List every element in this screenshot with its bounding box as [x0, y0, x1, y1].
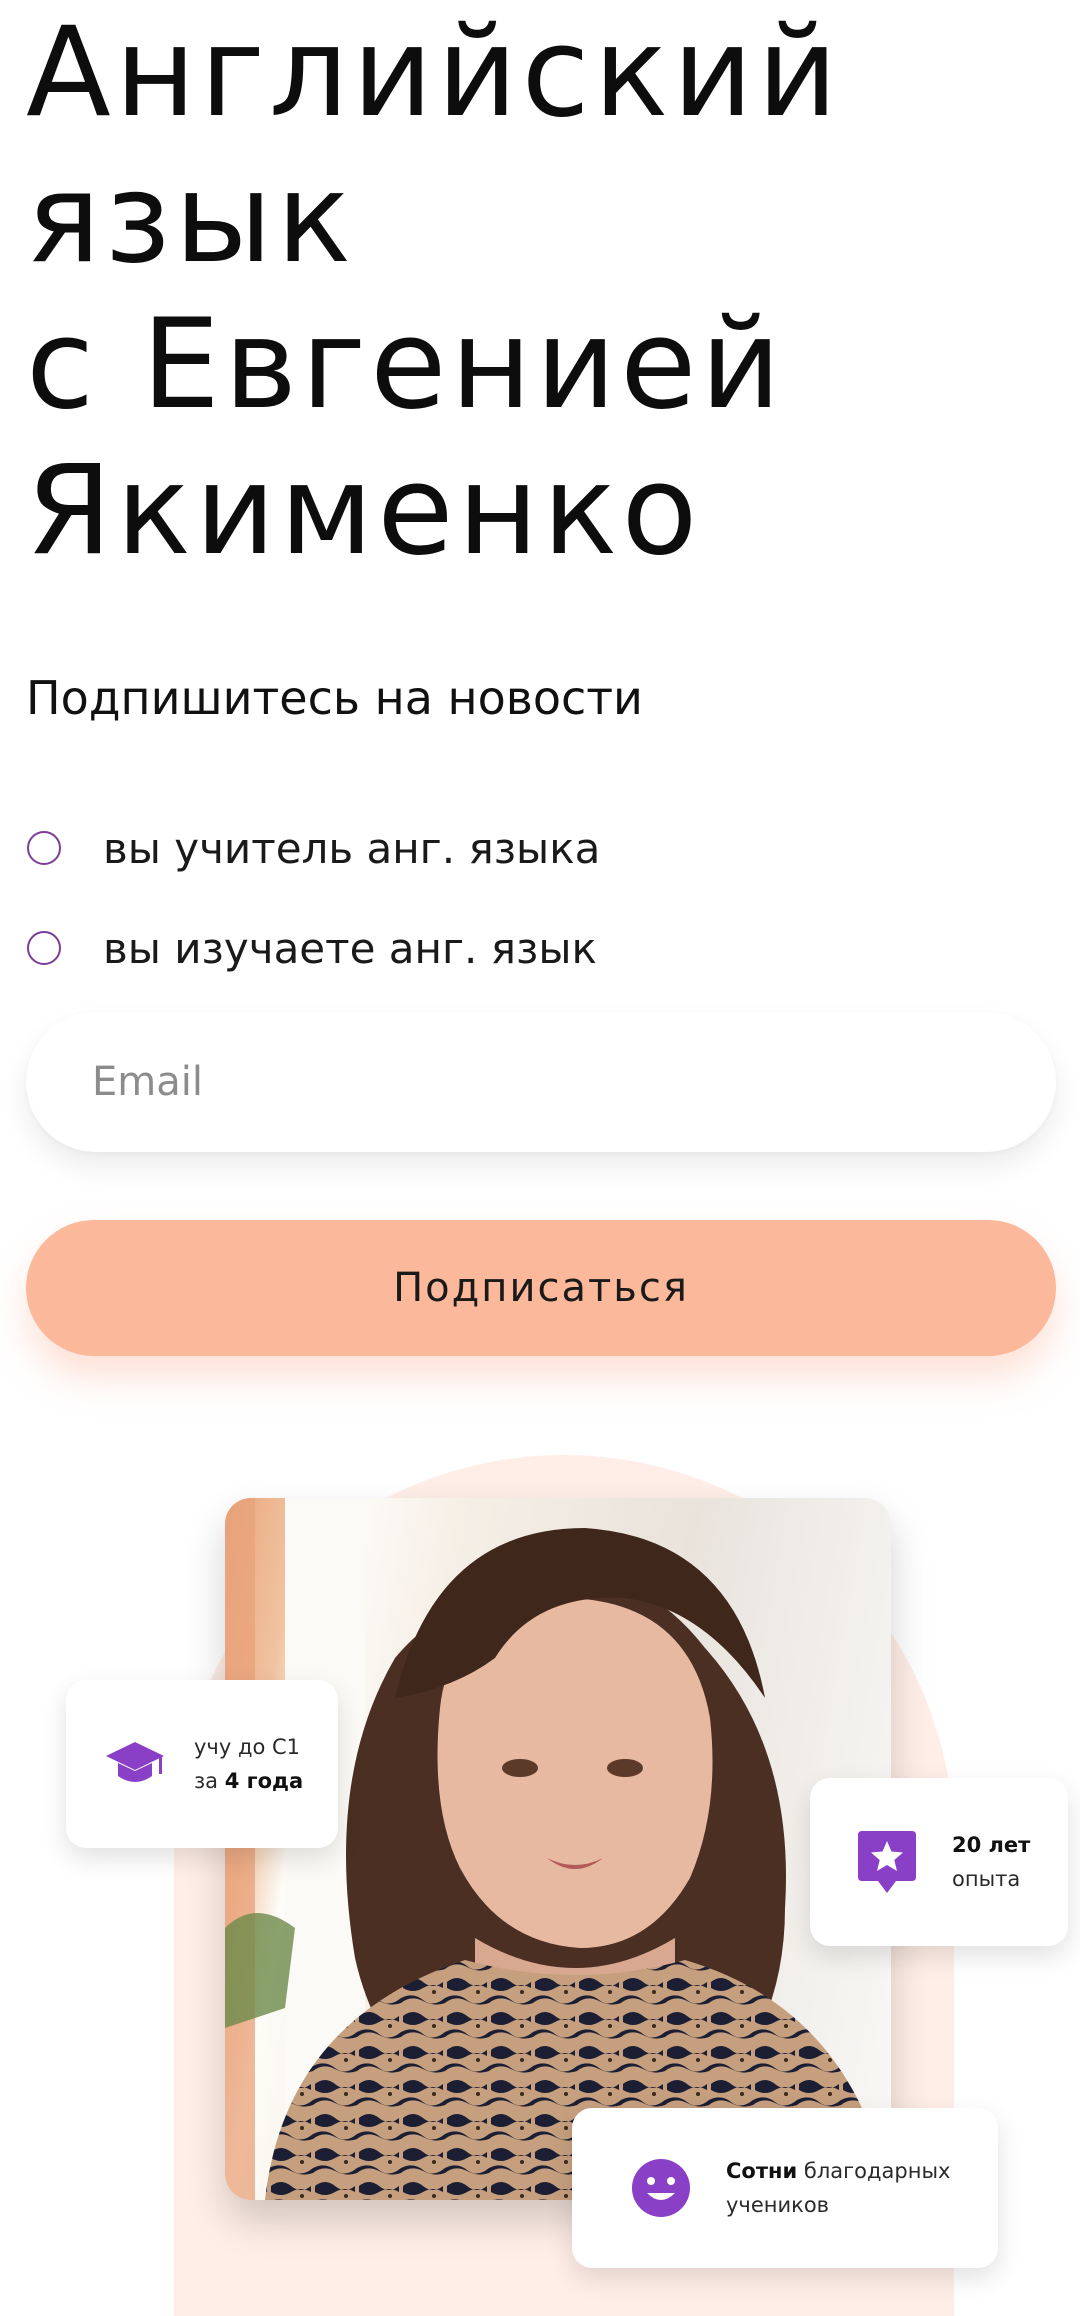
card-teach-line-1: учу до С1 [194, 1735, 301, 1759]
card-experience-label: опыта [952, 1867, 1021, 1891]
card-students: Сотни благодарных учеников [572, 2108, 998, 2268]
hero-title-line-3: с Евгенией [26, 293, 785, 437]
subscribe-heading: Подпишитесь на новости [26, 671, 643, 725]
teacher-portrait-illustration [225, 1498, 891, 2200]
smiley-icon [632, 2159, 690, 2217]
card-experience: 20 лет опыта [810, 1778, 1068, 1946]
teacher-photo [225, 1498, 891, 2200]
card-experience-text: 20 лет опыта [952, 1828, 1030, 1896]
card-students-bold: Сотни [726, 2159, 798, 2183]
card-teach-duration: 4 года [224, 1769, 304, 1793]
radio-option-learner[interactable]: вы изучаете анг. язык [26, 920, 597, 976]
star-badge-icon [858, 1831, 916, 1893]
hero-title-line-2: язык [26, 147, 356, 291]
landing-page: Английский язык с Евгенией Якименко Подп… [0, 0, 1080, 2316]
card-students-text: Сотни благодарных учеников [726, 2154, 951, 2222]
card-experience-years: 20 лет [952, 1833, 1031, 1857]
email-input[interactable] [92, 1012, 992, 1152]
hero-title-line-4: Якименко [26, 439, 702, 583]
radio-button-teacher[interactable] [27, 831, 61, 865]
card-teach-prefix: за [194, 1769, 225, 1793]
radio-label-learner: вы изучаете анг. язык [103, 923, 597, 973]
subscribe-button[interactable]: Подписаться [26, 1220, 1056, 1356]
card-teach-level: учу до С1 за 4 года [66, 1680, 338, 1848]
card-teach-line-2: за 4 года [194, 1764, 303, 1798]
graduation-cap-icon [106, 1742, 164, 1782]
card-students-line-2: учеников [726, 2193, 830, 2217]
radio-button-learner[interactable] [27, 931, 61, 965]
radio-label-teacher: вы учитель анг. языка [103, 823, 601, 873]
radio-option-teacher[interactable]: вы учитель анг. языка [26, 820, 600, 876]
email-field-container [26, 1012, 1056, 1152]
hero-title: Английский язык с Евгенией Якименко [26, 0, 1056, 584]
hero-title-line-1: Английский [26, 1, 842, 145]
card-teach-text: учу до С1 за 4 года [194, 1730, 303, 1798]
card-students-rest: благодарных [797, 2159, 951, 2183]
